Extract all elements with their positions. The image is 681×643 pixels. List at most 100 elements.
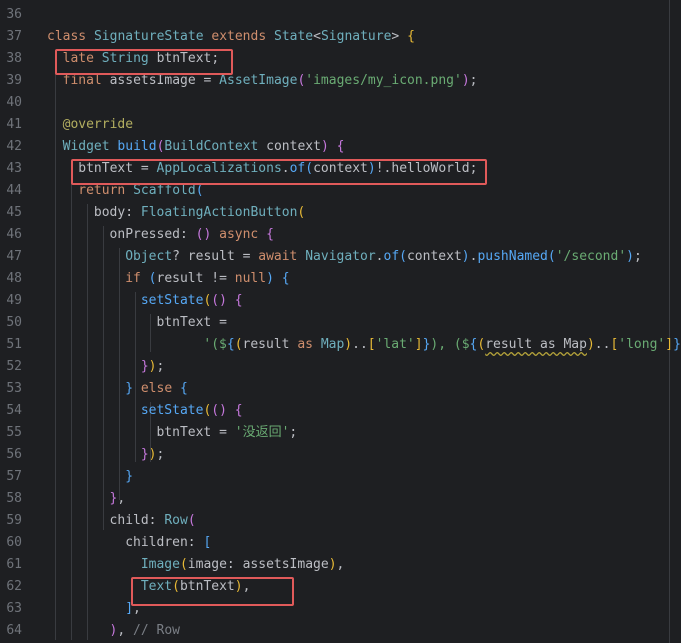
code-token: ? result = bbox=[172, 249, 259, 264]
code-text: }); bbox=[141, 356, 164, 378]
code-token: , bbox=[117, 623, 134, 638]
code-line[interactable]: 51 '(${(result as Map)..['lat']}), (${(re… bbox=[0, 334, 681, 356]
code-token: ) bbox=[461, 249, 470, 264]
code-line[interactable]: 46 onPressed: () async { bbox=[0, 224, 681, 246]
code-token: ( bbox=[399, 249, 407, 264]
code-token: } bbox=[125, 381, 134, 396]
code-token: context bbox=[406, 249, 462, 264]
code-text: class SignatureState extends State<Signa… bbox=[47, 26, 415, 48]
line-number: 62 bbox=[6, 579, 22, 594]
code-token: ; bbox=[156, 447, 165, 462]
line-number: 36 bbox=[6, 7, 22, 22]
code-line[interactable]: 56}); bbox=[0, 444, 681, 466]
code-line[interactable]: 60 children: [ bbox=[0, 532, 681, 554]
code-editor[interactable]: 36 37 class SignatureState extends State<S… bbox=[0, 0, 681, 643]
code-token: () bbox=[211, 293, 227, 308]
code-line[interactable]: 53} else { bbox=[0, 378, 681, 400]
code-token: await bbox=[258, 249, 306, 264]
code-line[interactable]: 36 bbox=[0, 4, 681, 26]
code-token: } bbox=[140, 447, 149, 462]
code-token: btnText = bbox=[156, 425, 235, 440]
code-line[interactable]: 54 setState(() { bbox=[0, 400, 681, 422]
code-token: FloatingActionButton bbox=[140, 205, 298, 220]
code-token: image: assetsImage bbox=[187, 557, 329, 572]
code-text: '(${(result as Map)..['lat']}), (${(resu… bbox=[203, 334, 681, 356]
code-token: .. bbox=[594, 337, 611, 352]
code-token: ) bbox=[461, 73, 470, 88]
code-token: null bbox=[234, 271, 267, 286]
line-number: 57 bbox=[6, 469, 22, 484]
code-token: body: bbox=[93, 205, 141, 220]
code-text: } else { bbox=[125, 378, 188, 400]
code-line[interactable]: 50 btnText = bbox=[0, 312, 681, 334]
code-line[interactable]: 40 bbox=[0, 92, 681, 114]
code-token: { bbox=[281, 271, 290, 286]
code-token: > bbox=[391, 29, 408, 44]
code-token: ] bbox=[414, 337, 423, 352]
code-line[interactable]: 41 @override bbox=[0, 114, 681, 136]
code-line[interactable]: 59 child: Row( bbox=[0, 510, 681, 532]
code-line[interactable]: 64), // Row bbox=[0, 620, 681, 642]
code-line[interactable]: 61 Image(image: assetsImage), bbox=[0, 554, 681, 576]
code-token: ) bbox=[626, 249, 634, 264]
line-number: 55 bbox=[6, 425, 22, 440]
code-line[interactable]: 52}); bbox=[0, 356, 681, 378]
code-token: ; bbox=[289, 425, 298, 440]
code-line[interactable]: 49 setState(() { bbox=[0, 290, 681, 312]
code-token: ( bbox=[547, 249, 556, 264]
code-token: State bbox=[274, 29, 314, 44]
code-token: if bbox=[125, 271, 149, 286]
code-line[interactable]: 42 Widget build(BuildContext context) { bbox=[0, 136, 681, 158]
code-token: result != bbox=[156, 271, 235, 286]
code-line[interactable]: 47 Object? result = await Navigator.of(co… bbox=[0, 246, 681, 268]
code-text: btnText = bbox=[156, 312, 226, 334]
code-line[interactable]: 37 class SignatureState extends State<Sig… bbox=[0, 26, 681, 48]
line-number: 38 bbox=[6, 51, 22, 66]
code-token: '/second' bbox=[555, 249, 627, 264]
line-number: 37 bbox=[6, 29, 22, 44]
line-number: 44 bbox=[6, 183, 22, 198]
code-line[interactable]: 62 Text(btnText), bbox=[0, 576, 681, 598]
code-line[interactable]: 55 btnText = '没返回'; bbox=[0, 422, 681, 444]
code-token: . bbox=[375, 249, 384, 264]
code-token: { bbox=[407, 29, 415, 44]
code-text: if (result != null) { bbox=[125, 268, 289, 290]
code-token: { bbox=[226, 337, 235, 352]
code-token: children: bbox=[125, 535, 204, 550]
code-token: Image bbox=[140, 557, 180, 572]
line-number: 39 bbox=[6, 73, 22, 88]
code-token: async bbox=[219, 227, 267, 242]
code-text: }, bbox=[110, 488, 126, 510]
code-line[interactable]: 57} bbox=[0, 466, 681, 488]
line-number: 48 bbox=[6, 271, 22, 286]
code-line[interactable]: 63], bbox=[0, 598, 681, 620]
code-token: { bbox=[234, 293, 243, 308]
highlight-box-btntext-assignment bbox=[71, 159, 487, 185]
code-token: ; bbox=[156, 359, 165, 374]
code-token: child: bbox=[109, 513, 165, 528]
code-text: setState(() { bbox=[141, 400, 243, 422]
code-line[interactable]: 58}, bbox=[0, 488, 681, 510]
code-token: () bbox=[211, 403, 227, 418]
code-token: } bbox=[673, 337, 681, 352]
code-text: children: [ bbox=[125, 532, 211, 554]
line-number: 64 bbox=[6, 623, 22, 638]
line-number: 56 bbox=[6, 447, 22, 462]
line-number: 52 bbox=[6, 359, 22, 374]
code-line[interactable]: 48 if (result != null) { bbox=[0, 268, 681, 290]
code-text: Object? result = await Navigator.of(cont… bbox=[125, 246, 642, 268]
code-token: , bbox=[336, 557, 345, 572]
code-line[interactable]: 45 body: FloatingActionButton( bbox=[0, 202, 681, 224]
code-token: else bbox=[140, 381, 180, 396]
code-token: @override bbox=[62, 117, 134, 132]
code-token: ) bbox=[266, 271, 274, 286]
line-number: 51 bbox=[6, 337, 22, 352]
code-token: ) bbox=[344, 337, 353, 352]
code-token: ) bbox=[586, 337, 595, 352]
code-token: '没返回' bbox=[234, 425, 290, 440]
code-token: Navigator bbox=[305, 249, 376, 264]
code-text: @override bbox=[63, 114, 133, 136]
code-token: result as Map bbox=[485, 337, 587, 352]
